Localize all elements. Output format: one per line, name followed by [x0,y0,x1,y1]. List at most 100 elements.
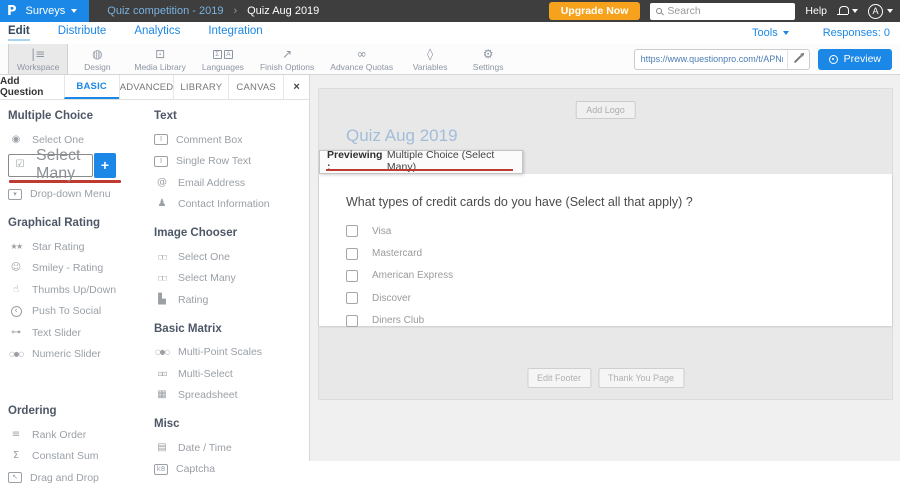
checkbox[interactable] [346,225,358,237]
qtype-drag-and-drop[interactable]: ↖ Drag and Drop [8,467,146,489]
qtype-constant-sum[interactable]: Σ Constant Sum [8,446,146,468]
qtype-star-rating[interactable]: ★★ Star Rating [8,236,146,258]
edit-url-button[interactable] [787,50,809,69]
image-icon: ⊡ [155,48,165,61]
qtype-text-slider[interactable]: ⊶ Text Slider [8,322,146,344]
qtype-label: Drop-down Menu [30,188,111,200]
checkbox[interactable] [346,315,358,327]
toolbar-workspace[interactable]: |≡ Workspace [8,44,68,74]
qtype-email-address[interactable]: @ Email Address [154,172,306,194]
numeric-slider-icon: ○●○ [8,348,24,360]
qtype-smiley-rating[interactable]: ☺ Smiley - Rating [8,258,146,280]
toolbar-variables[interactable]: ◊ Variables [401,44,459,74]
tab-canvas[interactable]: CANVAS [228,75,283,99]
rating-blocks-icon: ▙ [154,294,170,306]
checkbox[interactable] [346,270,358,282]
survey-url-box [634,49,810,70]
survey-title[interactable]: Quiz Aug 2019 [346,126,458,146]
qtype-multi-point-scales[interactable]: ○●○ Multi-Point Scales [154,342,306,364]
previewing-underline [326,169,513,172]
toolbar-design[interactable]: ◍ Design [68,44,126,74]
breadcrumb-separator-icon: › [233,5,237,17]
thumb-icon: ☝ [8,284,24,296]
qtype-spreadsheet[interactable]: ▦ Spreadsheet [154,385,306,407]
image-pair-icon: ◻◻ [154,251,170,263]
qtype-numeric-slider[interactable]: ○●○ Numeric Slider [8,344,146,366]
survey-url-input[interactable] [635,54,783,64]
qtype-image-select-many[interactable]: ◻◻ Select Many [154,268,306,290]
language-glyph: Σ [213,50,222,59]
surveys-menu[interactable]: Surveys [26,5,78,17]
upgrade-now-button[interactable]: Upgrade Now [549,2,641,20]
qtype-label: Multi-Select [178,368,233,380]
thank-you-page-button[interactable]: Thank You Page [598,368,684,388]
search-box[interactable] [650,3,795,20]
nav-distribute[interactable]: Distribute [58,25,107,41]
toolbar-right: Preview [634,44,900,74]
tools-label: Tools [752,27,778,39]
qtype-select-many-selected[interactable]: ☑ Select Many + [8,153,146,178]
tab-basic[interactable]: BASIC [64,75,119,99]
section-text: Text [154,110,306,122]
qtype-push-to-social[interactable]: ‹ Push To Social [8,301,146,323]
add-select-many-button[interactable]: + [94,153,116,178]
toolbar-advance-quotas[interactable]: ∞ Advance Quotas [322,44,401,74]
selected-qtype-box[interactable]: ☑ Select Many [8,154,93,177]
questionpro-logo-icon: P [7,4,17,19]
toolbar-settings[interactable]: ⚙ Settings [459,44,517,74]
toolbar-label: Advance Quotas [330,62,393,72]
account-menu[interactable]: A [868,4,893,19]
tab-advanced[interactable]: ADVANCED [119,75,174,99]
panel-tabs: Add Question BASIC ADVANCED LIBRARY CANV… [0,75,309,100]
qtype-rank-order[interactable]: ≡ Rank Order [8,424,146,446]
qtype-thumbs-up-down[interactable]: ☝ Thumbs Up/Down [8,279,146,301]
qtype-image-rating[interactable]: ▙ Rating [154,289,306,311]
tools-menu[interactable]: Tools [752,27,789,39]
option-label: Visa [372,226,391,237]
nav-analytics[interactable]: Analytics [134,25,180,41]
add-logo-button[interactable]: Add Logo [575,101,636,119]
qtype-image-select-one[interactable]: ◻◻ Select One [154,246,306,268]
qtype-label: Select Many [36,147,88,183]
edit-footer-button[interactable]: Edit Footer [527,368,591,388]
chevron-down-icon [852,9,858,13]
notifications-menu[interactable] [837,6,858,16]
add-question-title: Add Question [0,75,64,99]
qtype-single-row-text[interactable]: I Single Row Text [154,151,306,173]
qtype-date-time[interactable]: ▤ Date / Time [154,437,306,459]
qtype-contact-information[interactable]: ♟ Contact Information [154,194,306,216]
nav-integration[interactable]: Integration [208,25,262,41]
chevron-down-icon [887,9,893,13]
preview-button[interactable]: Preview [818,49,892,70]
help-link[interactable]: Help [805,5,827,17]
checkbox[interactable] [346,248,358,260]
tab-library[interactable]: LIBRARY [173,75,228,99]
survey-page: Add Logo Quiz Aug 2019 Previewing : Mult… [318,88,893,400]
textline-icon: I [154,156,168,167]
share-icon: ‹ [11,306,22,317]
dropdown-icon: ▾ [8,189,22,200]
checkbox[interactable] [346,292,358,304]
close-icon[interactable]: × [283,75,309,99]
responses-count[interactable]: Responses: 0 [823,27,890,39]
workspace-icon: |≡ [31,48,45,61]
search-input[interactable] [667,5,785,17]
question-card: What types of credit cards do you have (… [319,174,892,326]
qtype-multi-select[interactable]: ⊡⊡ Multi-Select [154,363,306,385]
toolbar-languages[interactable]: Σ A Languages [194,44,252,74]
option-label: American Express [372,270,453,281]
toolbar-finish-options[interactable]: ↗ Finish Options [252,44,322,74]
qtype-comment-box[interactable]: I Comment Box [154,129,306,151]
qtype-dropdown-menu[interactable]: ▾ Drop-down Menu [8,184,146,206]
breadcrumb: Quiz competition - 2019 › Quiz Aug 2019 [107,5,319,17]
option-label: Diners Club [372,315,424,326]
toolbar-media-library[interactable]: ⊡ Media Library [126,44,194,74]
previewing-badge: Previewing : Multiple Choice (Select Man… [319,150,523,174]
logo-block[interactable]: P Surveys [0,0,89,22]
surveys-label: Surveys [26,5,66,17]
qtype-label: Thumbs Up/Down [32,284,116,296]
qtype-captcha[interactable]: k8 Captcha [154,459,306,481]
breadcrumb-parent[interactable]: Quiz competition - 2019 [107,5,223,17]
calendar-icon: ▤ [154,442,170,454]
nav-edit[interactable]: Edit [8,25,30,41]
